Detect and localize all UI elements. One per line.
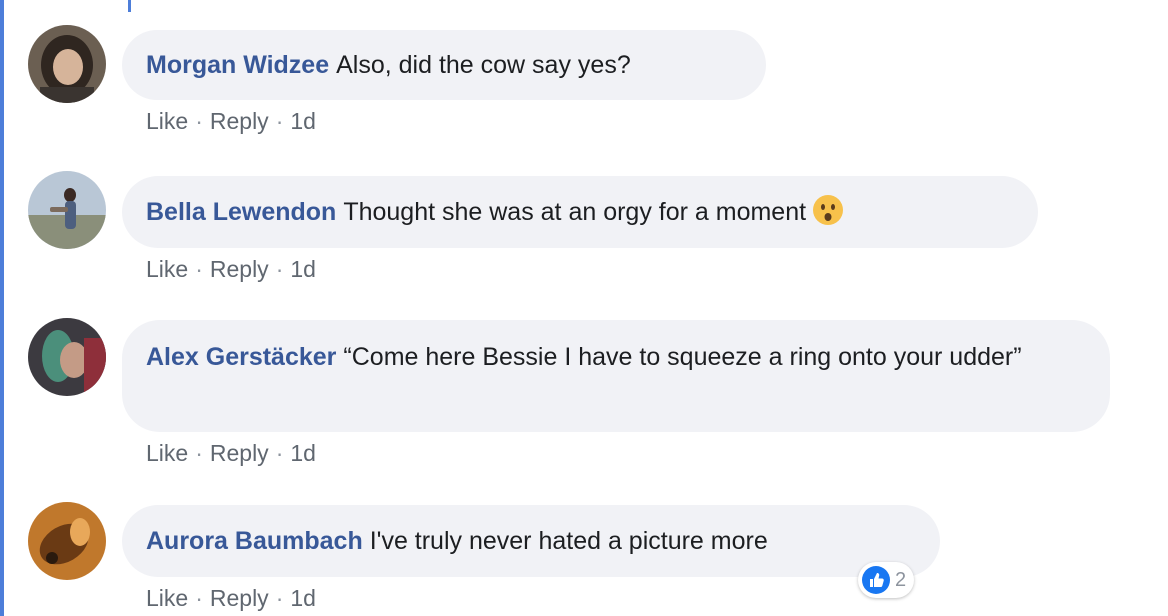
comment-author-link[interactable]: Aurora Baumbach — [146, 527, 363, 555]
comment-bubble: Alex Gerstäcker “Come here Bessie I have … — [122, 320, 1110, 432]
comment-actions: Like · Reply · 1d — [146, 108, 316, 135]
separator-dot: · — [275, 440, 284, 466]
timestamp-link[interactable]: 1d — [290, 256, 316, 282]
thread-rule — [0, 0, 4, 616]
timestamp-link[interactable]: 1d — [290, 585, 316, 611]
like-thumb-icon — [862, 566, 890, 594]
comment-thread: Morgan Widzee Also, did the cow say yes? … — [0, 0, 1168, 616]
comment-author-link[interactable]: Bella Lewendon — [146, 198, 336, 226]
comment-actions: Like · Reply · 1d — [146, 256, 316, 283]
separator-dot: · — [195, 256, 203, 282]
timestamp-link[interactable]: 1d — [290, 440, 316, 466]
like-link[interactable]: Like — [146, 440, 188, 466]
separator-dot: · — [275, 256, 284, 282]
avatar[interactable] — [28, 502, 106, 580]
reply-link[interactable]: Reply — [210, 440, 269, 466]
separator-dot: · — [195, 585, 203, 611]
separator-dot: · — [275, 585, 284, 611]
like-link[interactable]: Like — [146, 256, 188, 282]
profile-photo-icon — [28, 171, 106, 249]
reaction-count-badge[interactable]: 2 — [858, 562, 915, 598]
avatar[interactable] — [28, 25, 106, 103]
avatar[interactable] — [28, 318, 106, 396]
reply-link[interactable]: Reply — [210, 585, 269, 611]
profile-photo-icon — [28, 502, 106, 580]
reply-link[interactable]: Reply — [210, 108, 269, 134]
comment-author-link[interactable]: Morgan Widzee — [146, 51, 329, 79]
profile-photo-icon — [28, 318, 106, 396]
comment-text: “Come here Bessie I have to squeeze a ri… — [343, 343, 1022, 371]
avatar[interactable] — [28, 171, 106, 249]
comment-bubble: Morgan Widzee Also, did the cow say yes? — [122, 30, 766, 100]
astonished-face-emoji-icon — [812, 182, 844, 225]
like-link[interactable]: Like — [146, 108, 188, 134]
comment-text: Thought she was at an orgy for a moment — [343, 198, 807, 226]
comment-actions: Like · Reply · 1d — [146, 440, 316, 467]
reaction-count: 2 — [895, 568, 907, 591]
profile-photo-icon — [28, 25, 106, 103]
timestamp-link[interactable]: 1d — [290, 108, 316, 134]
comment-bubble: Bella Lewendon Thought she was at an orgy… — [122, 176, 1038, 248]
comment-bubble: Aurora Baumbach I've truly never hated a … — [122, 505, 940, 577]
thread-connector — [128, 0, 131, 12]
comment-actions: Like · Reply · 1d — [146, 585, 316, 612]
separator-dot: · — [275, 108, 284, 134]
separator-dot: · — [195, 108, 203, 134]
comment-text: Also, did the cow say yes? — [336, 51, 631, 79]
separator-dot: · — [195, 440, 203, 466]
comment-author-link[interactable]: Alex Gerstäcker — [146, 343, 336, 371]
reply-link[interactable]: Reply — [210, 256, 269, 282]
like-link[interactable]: Like — [146, 585, 188, 611]
comment-text: I've truly never hated a picture more — [369, 527, 768, 555]
